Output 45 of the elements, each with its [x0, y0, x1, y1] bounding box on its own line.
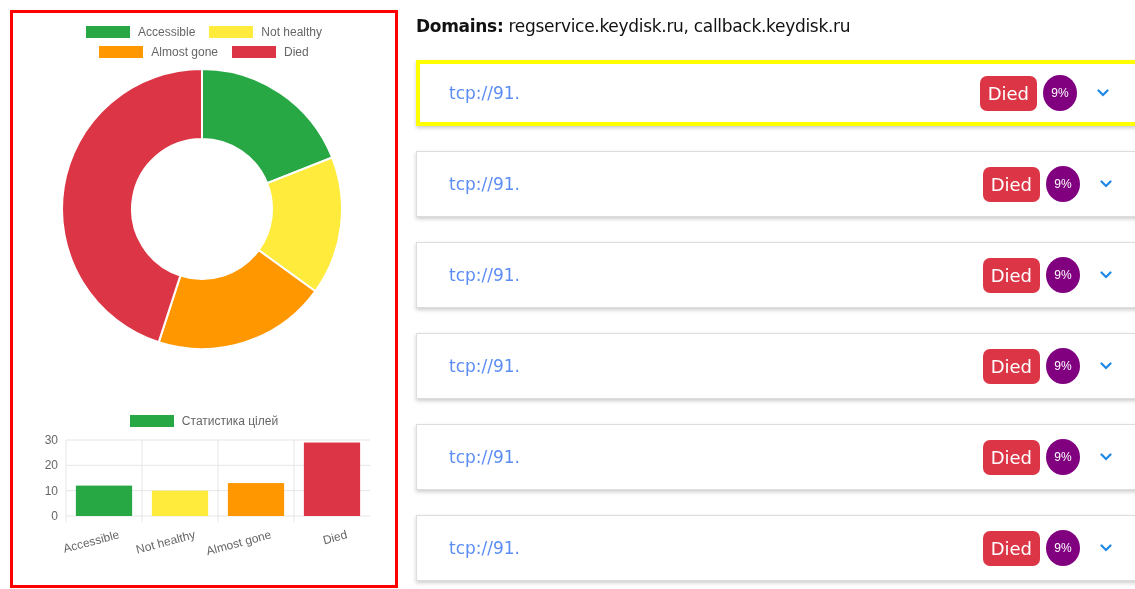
- target-card[interactable]: tcp://91. Died 9%: [416, 333, 1135, 399]
- percent-badge: 9%: [1046, 166, 1080, 202]
- chevron-down-icon[interactable]: [1100, 453, 1112, 461]
- axis-category-label: Died: [321, 527, 349, 548]
- percent-badge: 9%: [1043, 75, 1077, 111]
- axis-tick-label: 10: [44, 483, 58, 498]
- status-badge: Died: [982, 530, 1040, 566]
- percent-badge: 9%: [1046, 439, 1080, 475]
- bar: [227, 483, 285, 516]
- status-badge: Died: [982, 166, 1040, 202]
- percent-badge: 9%: [1046, 257, 1080, 293]
- legend-swatch: [232, 46, 276, 58]
- target-card[interactable]: tcp://91. Died 9%: [416, 60, 1135, 126]
- chevron-down-icon[interactable]: [1100, 271, 1112, 279]
- legend-label: Not healthy: [261, 25, 323, 39]
- legend-label: Died: [284, 45, 309, 59]
- percent-badge: 9%: [1046, 348, 1080, 384]
- status-badge: Died: [979, 75, 1037, 111]
- target-card[interactable]: tcp://91. Died 9%: [416, 424, 1135, 490]
- legend-label: Статистика цілей: [181, 414, 279, 428]
- axis-tick-label: 20: [44, 458, 58, 473]
- status-badge: Died: [982, 439, 1040, 475]
- chevron-down-icon[interactable]: [1100, 544, 1112, 552]
- bar: [75, 485, 133, 516]
- percent-badge: 9%: [1046, 530, 1080, 566]
- chevron-down-icon[interactable]: [1097, 89, 1109, 97]
- axis-tick-label: 0: [51, 509, 58, 523]
- status-badge: Died: [982, 257, 1040, 293]
- legend-swatch: [85, 26, 130, 38]
- legend-label: Almost gone: [151, 45, 218, 59]
- legend-swatch: [209, 26, 254, 38]
- target-card[interactable]: tcp://91. Died 9%: [416, 515, 1135, 581]
- axis-category-label: Almost gone: [204, 527, 273, 558]
- target-card[interactable]: tcp://91. Died 9%: [416, 151, 1135, 217]
- domains-text: Domains: regservice.keydisk.ru, callback.keydisk.ru: [416, 16, 852, 38]
- target-card[interactable]: tcp://91. Died 9%: [416, 242, 1135, 308]
- chevron-down-icon[interactable]: [1100, 362, 1112, 370]
- legend-swatch: [99, 46, 144, 58]
- chevron-down-icon[interactable]: [1100, 180, 1112, 188]
- status-badge: Died: [982, 348, 1040, 384]
- legend-swatch: [129, 415, 174, 427]
- legend-label: Accessible: [137, 25, 196, 39]
- bar: [151, 490, 209, 516]
- axis-category-label: Not healthy: [134, 527, 197, 557]
- axis-tick-label: 30: [44, 433, 58, 447]
